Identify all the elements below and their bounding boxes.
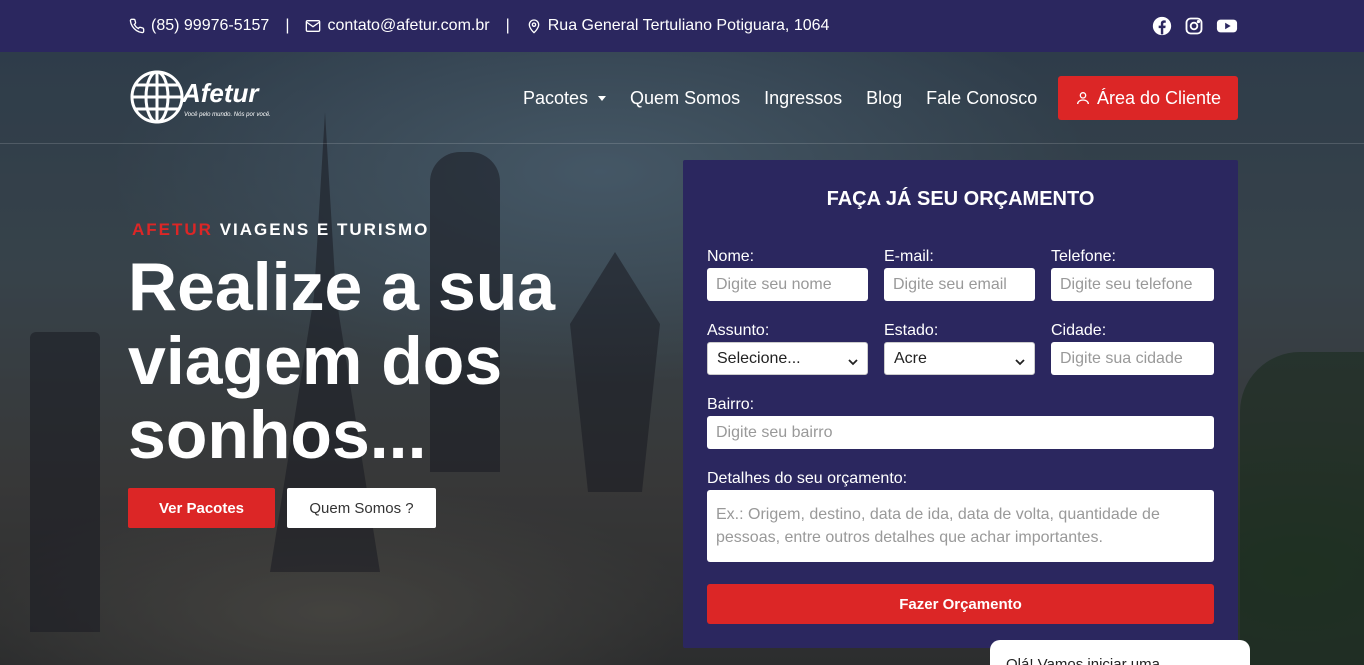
chat-text: Olá! Vamos iniciar uma [1006, 656, 1160, 665]
facebook-icon[interactable] [1152, 16, 1172, 36]
nav-item-label: Quem Somos [630, 87, 741, 108]
email-contact[interactable]: contato@afetur.com.br [305, 17, 490, 35]
state-value: Acre [894, 349, 927, 367]
name-label: Nome: [707, 248, 755, 265]
contact-info: (85) 99976-5157 | contato@afetur.com.br … [129, 0, 829, 52]
about-us-button[interactable]: Quem Somos ? [287, 488, 436, 528]
email-input[interactable]: Digite seu email [884, 268, 1035, 301]
user-icon [1075, 90, 1091, 106]
separator: | [285, 17, 290, 34]
separator: | [505, 17, 510, 34]
district-input[interactable]: Digite seu bairro [707, 416, 1214, 449]
district-label: Bairro: [707, 396, 755, 413]
logo-tagline: Você pelo mundo. Nós por você. [184, 112, 271, 118]
nav-item-label: Blog [866, 87, 903, 108]
nav-item-label: Fale Conosco [926, 87, 1038, 108]
instagram-icon[interactable] [1184, 16, 1204, 36]
envelope-icon [305, 18, 321, 34]
city-label: Cidade: [1051, 322, 1107, 339]
top-bar: (85) 99976-5157 | contato@afetur.com.br … [0, 0, 1364, 52]
hero-headline: Realize a sua viagem dos sonhos... [128, 249, 556, 473]
logo-text: Afetur [182, 78, 259, 108]
phone-label: Telefone: [1051, 248, 1116, 265]
nav-item-quem-somos[interactable]: Quem Somos [630, 88, 740, 109]
submit-quote-button[interactable]: Fazer Orçamento [707, 584, 1214, 624]
chevron-down-icon [1015, 354, 1025, 365]
details-label: Detalhes do seu orçamento: [707, 470, 908, 487]
subject-value: Selecione... [717, 349, 801, 367]
chat-bubble[interactable]: Olá! Vamos iniciar uma [990, 640, 1250, 665]
nav-menu: Pacotes Quem Somos Ingressos Blog Fale C… [523, 52, 1037, 144]
map-pin-icon [526, 18, 542, 34]
subject-label: Assunto: [707, 322, 770, 339]
address-text: Rua General Tertuliano Potiguara, 1064 [547, 17, 830, 34]
client-area-label: Área do Cliente [1096, 87, 1222, 108]
nav-item-blog[interactable]: Blog [866, 88, 902, 109]
details-textarea[interactable]: Ex.: Origem, destino, data de ida, data … [707, 490, 1214, 562]
view-packages-button[interactable]: Ver Pacotes [128, 488, 275, 528]
form-title: FAÇA JÁ SEU ORÇAMENTO [826, 188, 1095, 210]
phone-contact[interactable]: (85) 99976-5157 [129, 17, 269, 35]
subject-select[interactable]: Selecione... [707, 342, 868, 375]
nav-item-label: Pacotes [523, 87, 589, 108]
chevron-down-icon [848, 354, 858, 365]
eyebrow-brand: AFETUR [132, 220, 213, 239]
name-input[interactable]: Digite seu nome [707, 268, 868, 301]
phone-text: (85) 99976-5157 [151, 17, 270, 34]
nav-item-fale-conosco[interactable]: Fale Conosco [926, 88, 1037, 109]
hero-eyebrow: AFETUR VIAGENS E TURISMO [132, 220, 429, 240]
nav-item-label: Ingressos [764, 87, 843, 108]
state-select[interactable]: Acre [884, 342, 1035, 375]
phone-input[interactable]: Digite seu telefone [1051, 268, 1214, 301]
state-label: Estado: [884, 322, 939, 339]
quote-form: FAÇA JÁ SEU ORÇAMENTO Nome: Digite seu n… [683, 160, 1238, 648]
social-links [1152, 0, 1238, 52]
caret-down-icon [598, 95, 607, 101]
globe-icon [128, 68, 186, 126]
address-contact[interactable]: Rua General Tertuliano Potiguara, 1064 [526, 17, 830, 35]
nav-item-ingressos[interactable]: Ingressos [764, 88, 842, 109]
afetur-logo[interactable]: Afetur Você pelo mundo. Nós por você. [128, 68, 271, 128]
phone-icon [129, 18, 145, 34]
client-area-button[interactable]: Área do Cliente [1058, 76, 1238, 120]
main-navbar: Afetur Você pelo mundo. Nós por você. Pa… [0, 52, 1364, 144]
eyebrow-rest: VIAGENS E TURISMO [219, 220, 430, 239]
city-input[interactable]: Digite sua cidade [1051, 342, 1214, 375]
email-label: E-mail: [884, 248, 934, 265]
nav-item-pacotes[interactable]: Pacotes [523, 87, 607, 109]
email-text: contato@afetur.com.br [327, 17, 490, 34]
youtube-icon[interactable] [1216, 17, 1238, 35]
